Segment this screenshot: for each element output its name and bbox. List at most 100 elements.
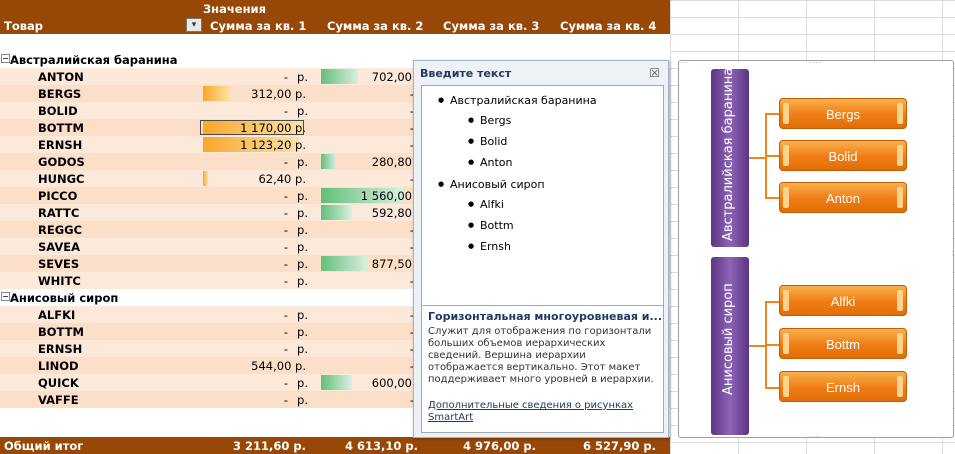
- text-pane-item-text: Alfki: [480, 198, 504, 211]
- col-header-q1[interactable]: Сумма за кв. 1: [210, 19, 306, 33]
- text-pane-item-text: Австралийская баранина: [450, 94, 597, 107]
- q1-value: -: [283, 376, 288, 390]
- text-pane-item[interactable]: ● Bottm: [468, 219, 514, 232]
- q1-value: 1 123,20 р.: [240, 138, 306, 152]
- total-q2-cell[interactable]: 4 613,10 р.: [318, 437, 430, 454]
- grand-total-row[interactable]: Общий итог 3 211,60 р. 4 613,10 р. 4 976,00…: [0, 437, 670, 454]
- resize-handle-top[interactable]: ····: [809, 59, 822, 67]
- smartart-node-bottm[interactable]: Bottm: [779, 328, 907, 359]
- product-code: HUNGC: [38, 172, 85, 186]
- q1-cell[interactable]: - р.: [200, 340, 310, 357]
- close-icon[interactable]: ☒: [649, 66, 660, 80]
- product-code: VAFFE: [38, 393, 79, 407]
- q1-value: -: [283, 189, 288, 203]
- q1-cell[interactable]: 312,00 р.: [200, 85, 310, 102]
- smartart-group-box-1[interactable]: Австралийская баранина: [711, 67, 749, 247]
- product-code: WHITC: [38, 274, 81, 288]
- data-bar: [321, 256, 367, 271]
- q1-unit: р.: [297, 257, 308, 271]
- q1-cell[interactable]: - р.: [200, 68, 310, 85]
- text-pane-bullet-list[interactable]: ● Австралийская баранина ● Bergs ● Bolid ● Anto…: [421, 85, 664, 327]
- values-header[interactable]: Значения: [203, 2, 266, 16]
- resize-handle-left[interactable]: :: [677, 249, 680, 257]
- total-q4-value: 6 527,90 р.: [583, 439, 656, 453]
- q1-cell[interactable]: - р.: [200, 391, 310, 408]
- smartart-text-pane[interactable]: Введите текст ☒ ● Австралийская баранина ●…: [413, 60, 669, 438]
- text-pane-item[interactable]: ● Bergs: [468, 114, 511, 127]
- product-code: BOTTM: [38, 325, 84, 339]
- total-q2-value: 4 613,10 р.: [345, 439, 418, 453]
- smartart-diagram[interactable]: ··· ···· : : ···· Австралийская баранина…: [677, 59, 955, 441]
- q1-cell[interactable]: - р.: [200, 306, 310, 323]
- smartart-node-ernsh[interactable]: Ernsh: [779, 371, 907, 402]
- layout-description: Служит для отображения по горизонтали бо…: [428, 326, 654, 385]
- q1-value: -: [283, 70, 288, 84]
- product-code: PICCO: [38, 189, 78, 203]
- text-pane-item-text: Анисовый сироп: [450, 178, 545, 191]
- q1-cell[interactable]: - р.: [200, 374, 310, 391]
- col-header-q2[interactable]: Сумма за кв. 2: [327, 19, 423, 33]
- product-code: BOLID: [38, 104, 78, 118]
- text-pane-item-text: Bottm: [480, 219, 514, 232]
- q1-cell[interactable]: 1 123,20 р.: [200, 136, 310, 153]
- q1-cell[interactable]: - р.: [200, 221, 310, 238]
- row-header-product[interactable]: Товар: [4, 19, 43, 33]
- filter-dropdown-icon[interactable]: ▾: [186, 18, 202, 32]
- text-pane-item[interactable]: ● Bolid: [468, 135, 507, 148]
- total-q1-cell[interactable]: 3 211,60 р.: [200, 437, 310, 454]
- group-name: Анисовый сироп: [10, 291, 119, 305]
- q1-cell[interactable]: - р.: [200, 153, 310, 170]
- smartart-node-bolid[interactable]: Bolid: [779, 140, 907, 171]
- q1-cell[interactable]: - р.: [200, 323, 310, 340]
- smartart-node-bergs[interactable]: Bergs: [779, 98, 907, 129]
- col-header-q4[interactable]: Сумма за кв. 4: [560, 19, 656, 33]
- smartart-group-box-2[interactable]: Анисовый сироп: [711, 257, 749, 435]
- q1-unit: р.: [297, 223, 308, 237]
- bullet-icon: ●: [468, 116, 475, 124]
- q1-unit: р.: [297, 308, 308, 322]
- connector: [765, 197, 779, 199]
- q1-cell[interactable]: 62,40 р.: [200, 170, 310, 187]
- q1-cell[interactable]: - р.: [200, 238, 310, 255]
- q1-unit: р.: [297, 376, 308, 390]
- text-pane-item[interactable]: ● Anton: [468, 156, 513, 169]
- collapse-icon[interactable]: −: [1, 292, 10, 301]
- q1-cell[interactable]: - р.: [200, 272, 310, 289]
- smartart-node-anton[interactable]: Anton: [779, 182, 907, 213]
- smartart-node-alfki[interactable]: Alfki: [779, 285, 907, 316]
- q2-value: 1 560,00: [360, 189, 412, 203]
- connector: [749, 157, 765, 159]
- q1-value: -: [283, 104, 288, 118]
- q1-cell[interactable]: 1 170,00 р.: [200, 119, 310, 136]
- product-code: BERGS: [38, 87, 82, 101]
- col-header-q3[interactable]: Сумма за кв. 3: [443, 19, 539, 33]
- q1-cell[interactable]: - р.: [200, 187, 310, 204]
- resize-handle-right[interactable]: :: [952, 249, 955, 257]
- smartart-help-link[interactable]: Дополнительные сведения о рисунках Smart…: [428, 400, 656, 424]
- smartart-group-label-1: Австралийская баранина: [721, 67, 736, 241]
- resize-handle-tl[interactable]: ···: [679, 59, 689, 67]
- product-code: ALFKI: [38, 308, 76, 322]
- product-code: SAVEA: [38, 240, 81, 254]
- resize-handle-bottom[interactable]: ····: [809, 433, 822, 441]
- text-pane-item[interactable]: ● Австралийская баранина: [438, 94, 597, 107]
- text-pane-item[interactable]: ● Анисовый сироп: [438, 178, 545, 191]
- q1-cell[interactable]: - р.: [200, 102, 310, 119]
- text-pane-item[interactable]: ● Ernsh: [468, 240, 511, 253]
- connector: [765, 344, 779, 346]
- q1-cell[interactable]: - р.: [200, 204, 310, 221]
- q1-value: 312,00 р.: [251, 87, 306, 101]
- q1-value: -: [283, 393, 288, 407]
- collapse-icon[interactable]: −: [1, 54, 10, 63]
- q1-unit: р.: [297, 189, 308, 203]
- q1-value: 544,00 р.: [251, 359, 306, 373]
- q1-cell[interactable]: - р.: [200, 255, 310, 272]
- total-q4-cell[interactable]: 6 527,90 р.: [544, 437, 664, 454]
- q1-unit: р.: [297, 393, 308, 407]
- connector: [765, 113, 779, 115]
- q1-value: -: [283, 223, 288, 237]
- total-q3-cell[interactable]: 4 976,00 р.: [430, 437, 544, 454]
- text-pane-item[interactable]: ● Alfki: [468, 198, 504, 211]
- group-name: Австралийская баранина: [10, 53, 178, 67]
- q1-cell[interactable]: 544,00 р.: [200, 357, 310, 374]
